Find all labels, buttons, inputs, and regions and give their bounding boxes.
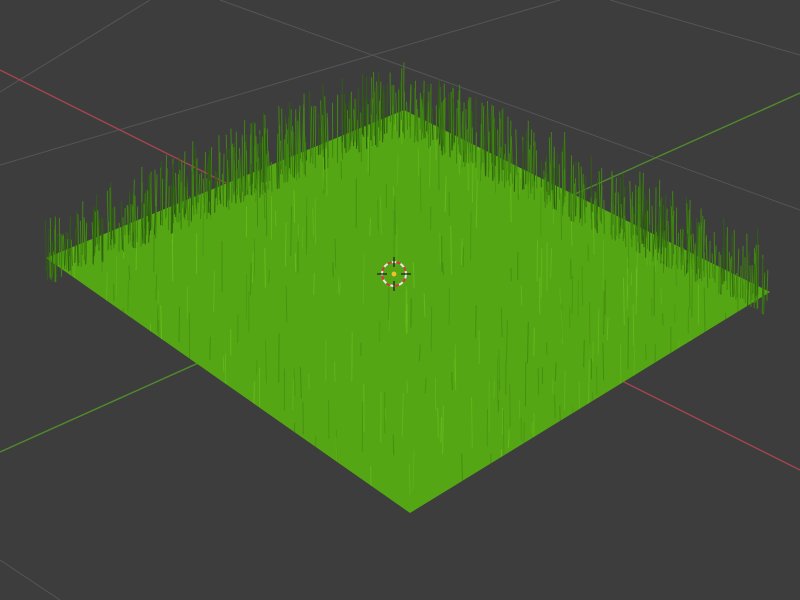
viewport-canvas — [0, 0, 800, 600]
cursor-center-dot — [391, 271, 397, 277]
3d-viewport[interactable] — [0, 0, 800, 600]
